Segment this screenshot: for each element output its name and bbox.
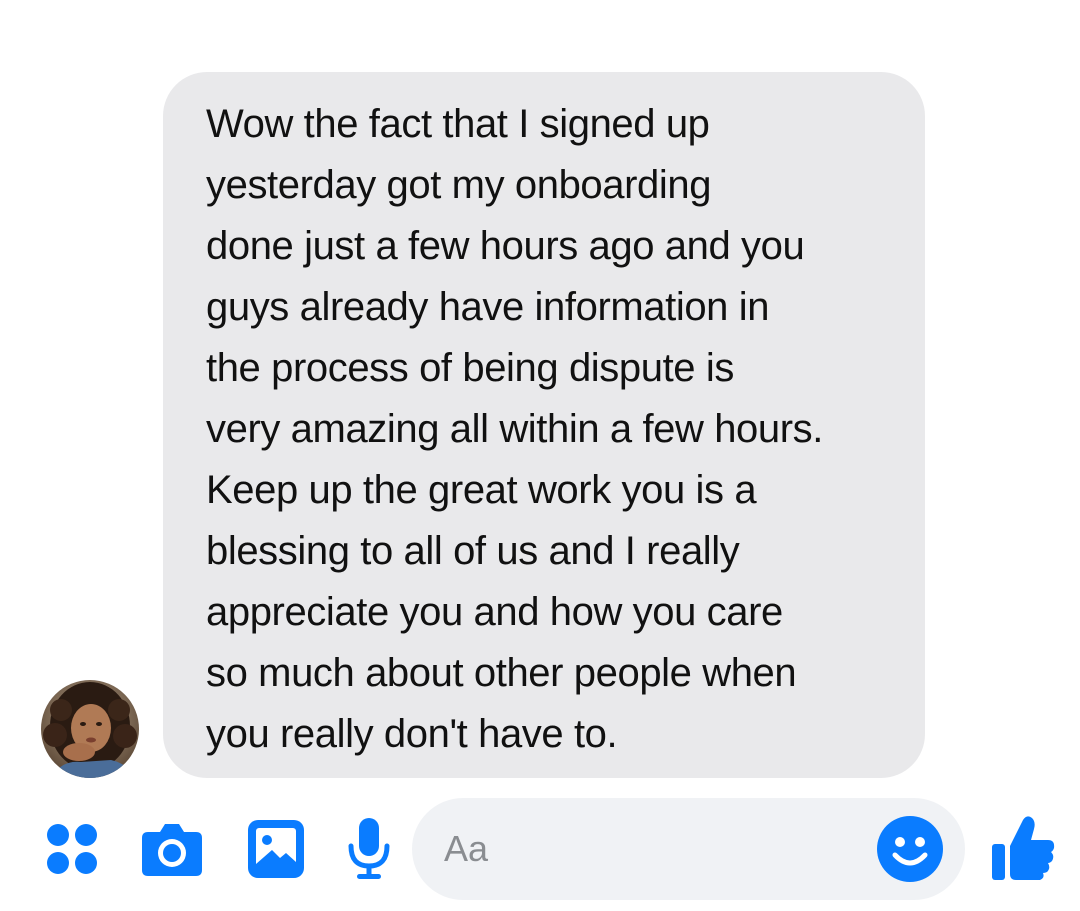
image-icon[interactable] (246, 818, 306, 880)
profile-photo-icon (41, 680, 139, 778)
four-dots-icon[interactable] (46, 823, 98, 875)
message-thread: Wow the fact that I signed up yesterday … (0, 0, 1080, 790)
sender-avatar[interactable] (41, 680, 139, 778)
camera-icon[interactable] (140, 820, 204, 878)
message-input-container[interactable] (412, 798, 965, 900)
microphone-icon[interactable] (347, 816, 391, 882)
received-message-bubble[interactable]: Wow the fact that I signed up yesterday … (163, 72, 925, 778)
thumbs-up-icon[interactable] (990, 814, 1056, 882)
message-input[interactable] (444, 798, 864, 900)
message-composer (0, 790, 1080, 911)
message-text: Wow the fact that I signed up yesterday … (206, 102, 823, 756)
smiley-icon[interactable] (876, 815, 944, 883)
